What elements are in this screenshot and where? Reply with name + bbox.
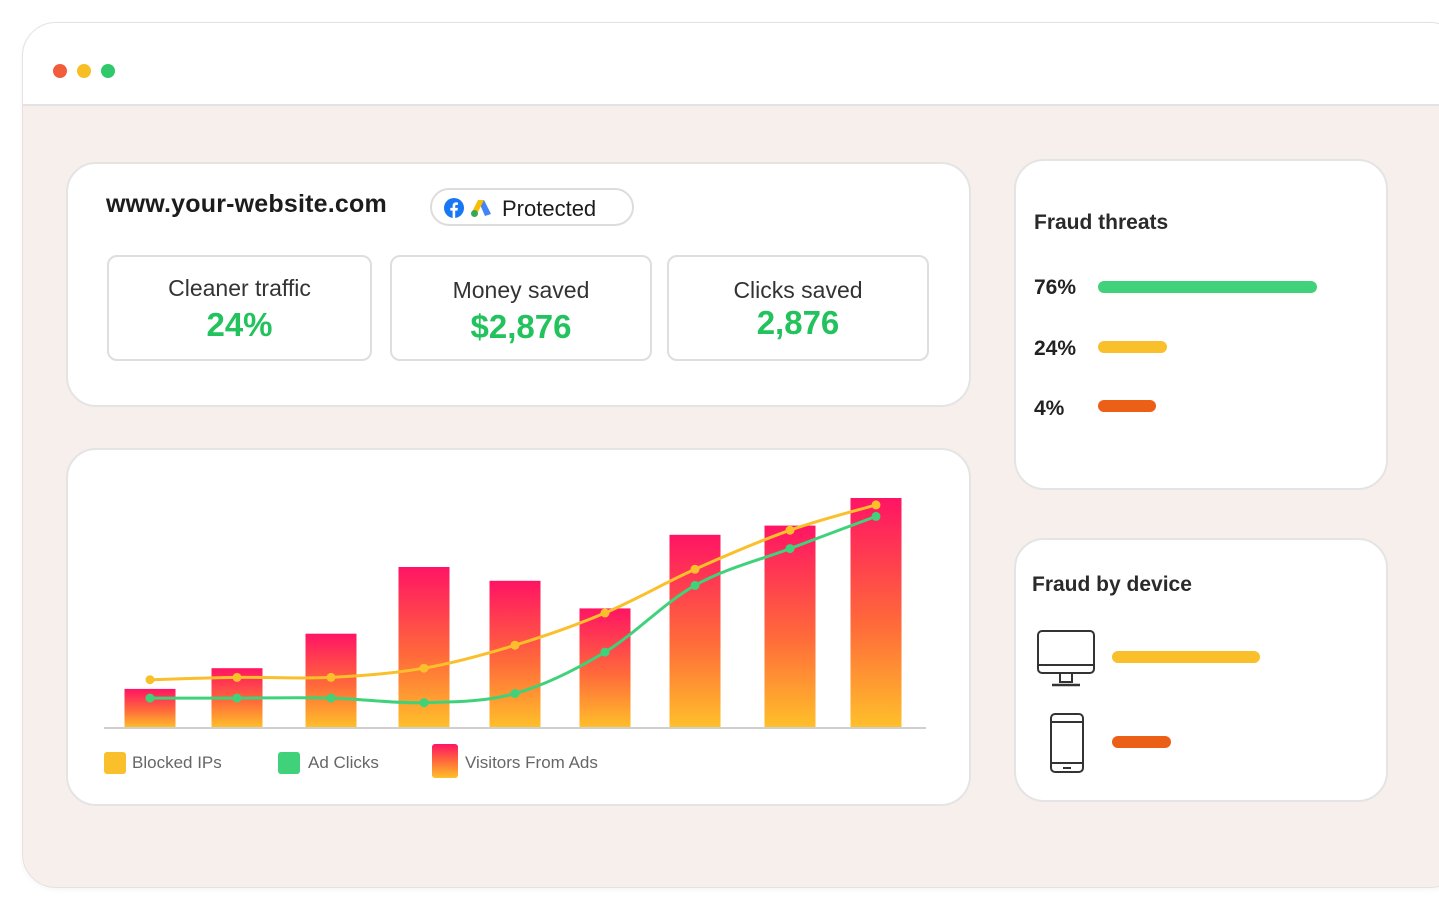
summary-card: www.your-website.com Protected Cleaner t… <box>66 162 971 407</box>
facebook-icon <box>444 198 464 218</box>
stat-money-saved: Money saved $2,876 <box>390 255 652 361</box>
point-ad-clicks <box>600 647 610 657</box>
point-ad-clicks <box>232 693 242 703</box>
legend-swatch-visitors-from-ads <box>432 744 458 778</box>
stat-label: Clicks saved <box>733 277 863 303</box>
fraud-by-device-card: Fraud by device <box>1014 538 1388 802</box>
threat-bar-high <box>1098 281 1317 293</box>
legend-label-blocked-ips: Blocked IPs <box>132 753 222 772</box>
stat-label: Money saved <box>452 277 590 303</box>
legend-swatch-blocked-ips <box>104 752 126 774</box>
point-ad-clicks <box>785 544 795 554</box>
threat-percent-label: 4% <box>1034 397 1065 420</box>
bar-visitors-from-ads <box>669 534 721 728</box>
device-bar-mobile <box>1112 736 1171 748</box>
stat-value: 24% <box>206 306 273 343</box>
title-bar <box>23 23 1439 106</box>
stat-value: 2,876 <box>756 304 840 341</box>
chart-card: Blocked IPs Ad Clicks Visitors From Ads <box>66 448 971 806</box>
device-bar-desktop <box>1112 651 1260 663</box>
point-ad-clicks <box>145 693 155 703</box>
point-blocked-ips <box>326 672 336 682</box>
point-blocked-ips <box>690 564 700 574</box>
close-window-button[interactable] <box>53 64 67 78</box>
stat-label: Cleaner traffic <box>168 275 311 301</box>
protected-label: Protected <box>502 196 597 221</box>
bar-visitors-from-ads <box>579 608 631 728</box>
legend-swatch-ad-clicks <box>278 752 300 774</box>
threat-percent-label: 76% <box>1034 276 1077 299</box>
point-blocked-ips <box>145 675 155 685</box>
point-blocked-ips <box>419 663 429 673</box>
point-ad-clicks <box>326 693 336 703</box>
point-ad-clicks <box>510 689 520 698</box>
legend-label-visitors-from-ads: Visitors From Ads <box>465 753 598 772</box>
legend-label-ad-clicks: Ad Clicks <box>308 753 379 772</box>
threat-bar-low <box>1098 400 1156 412</box>
website-url: www.your-website.com <box>106 190 387 218</box>
point-ad-clicks <box>871 511 881 521</box>
stat-cleaner-traffic: Cleaner traffic 24% <box>107 255 372 361</box>
fraud-threats-title: Fraud threats <box>1034 211 1169 234</box>
protection-status-badge: Protected <box>430 188 634 226</box>
desktop-icon <box>1037 630 1095 687</box>
threat-bar-medium <box>1098 341 1167 353</box>
point-blocked-ips <box>510 640 520 650</box>
point-blocked-ips <box>871 500 881 510</box>
maximize-window-button[interactable] <box>101 64 115 78</box>
threat-percent-label: 24% <box>1034 337 1077 360</box>
fraud-threats-card: Fraud threats 76% 24% 4% <box>1014 159 1388 490</box>
point-ad-clicks <box>690 580 700 590</box>
point-blocked-ips <box>600 608 610 618</box>
point-ad-clicks <box>419 698 429 708</box>
point-blocked-ips <box>785 525 795 535</box>
google-ads-icon <box>471 200 491 217</box>
bar-visitors-from-ads <box>489 580 541 728</box>
stat-clicks-saved: Clicks saved 2,876 <box>667 255 929 361</box>
fraud-by-device-title: Fraud by device <box>1032 573 1192 596</box>
point-blocked-ips <box>232 672 242 682</box>
stat-value: $2,876 <box>470 308 572 345</box>
mobile-icon <box>1050 713 1084 773</box>
bar-visitors-from-ads <box>850 498 902 728</box>
minimize-window-button[interactable] <box>77 64 91 78</box>
